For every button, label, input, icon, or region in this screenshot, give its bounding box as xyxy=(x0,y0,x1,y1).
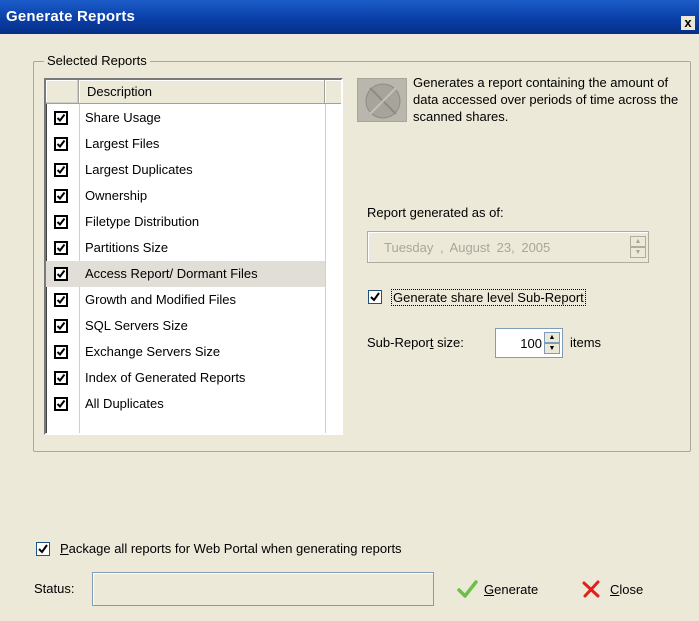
list-item[interactable]: Index of Generated Reports xyxy=(46,365,325,391)
row-checkbox[interactable] xyxy=(54,371,68,385)
check-icon xyxy=(56,269,66,279)
check-icon xyxy=(56,139,66,149)
list-item[interactable]: SQL Servers Size xyxy=(46,313,325,339)
row-checkbox[interactable] xyxy=(54,163,68,177)
subreport-size-value[interactable]: 100 xyxy=(520,336,542,351)
size-spinner[interactable]: ▲ ▼ xyxy=(544,332,560,355)
title-bar: Generate Reports x xyxy=(0,0,699,34)
list-item-label: Filetype Distribution xyxy=(85,214,200,229)
spin-down-icon: ▼ xyxy=(544,343,560,354)
list-item[interactable]: Share Usage xyxy=(46,105,325,131)
report-image-icon xyxy=(357,78,407,122)
row-checkbox[interactable] xyxy=(54,293,68,307)
check-icon xyxy=(56,243,66,253)
check-icon xyxy=(56,191,66,201)
list-item[interactable]: Partitions Size xyxy=(46,235,325,261)
check-icon xyxy=(56,295,66,305)
list-item-label: Ownership xyxy=(85,188,148,203)
row-checkbox[interactable] xyxy=(54,189,68,203)
date-spinner: ▲ ▼ xyxy=(630,236,646,259)
subreport-checkbox-label[interactable]: Generate share level Sub-Report xyxy=(391,289,586,306)
list-item[interactable]: Ownership xyxy=(46,183,325,209)
close-button-label: Close xyxy=(610,582,644,597)
column-header-description[interactable]: Description xyxy=(79,80,325,104)
row-checkbox[interactable] xyxy=(54,267,68,281)
items-label: items xyxy=(570,335,602,350)
check-icon xyxy=(38,544,48,554)
reports-list[interactable]: Description Share Usage Largest Files Larg… xyxy=(44,78,343,435)
column-header-check[interactable] xyxy=(46,80,79,104)
list-item[interactable]: Growth and Modified Files xyxy=(46,287,325,313)
check-icon xyxy=(56,373,66,383)
red-x-icon xyxy=(582,580,600,598)
generate-button-label: Generate xyxy=(484,582,539,597)
list-item-label: Largest Files xyxy=(85,136,160,151)
spin-up-icon: ▲ xyxy=(630,236,646,247)
group-legend: Selected Reports xyxy=(44,53,150,68)
check-icon xyxy=(370,292,380,302)
check-icon xyxy=(56,321,66,331)
list-item-label: Access Report/ Dormant Files xyxy=(85,266,258,281)
check-icon xyxy=(56,399,66,409)
row-checkbox[interactable] xyxy=(54,215,68,229)
report-description: Generates a report containing the amount… xyxy=(413,75,679,124)
subreport-size-label: Sub-Report size: xyxy=(367,335,464,350)
list-item-label: All Duplicates xyxy=(85,396,164,411)
row-checkbox[interactable] xyxy=(54,137,68,151)
row-checkbox[interactable] xyxy=(54,345,68,359)
list-item-label: Share Usage xyxy=(85,110,161,125)
status-label: Status: xyxy=(34,581,75,596)
list-item[interactable]: Filetype Distribution xyxy=(46,209,325,235)
window-title: Generate Reports xyxy=(6,8,136,25)
column-divider xyxy=(325,104,326,433)
list-item-label: Growth and Modified Files xyxy=(85,292,237,307)
package-checkbox[interactable] xyxy=(36,542,50,556)
close-button[interactable]: Close xyxy=(580,574,670,604)
spin-up-icon: ▲ xyxy=(544,332,560,343)
list-item[interactable]: Exchange Servers Size xyxy=(46,339,325,365)
check-icon xyxy=(56,347,66,357)
row-checkbox[interactable] xyxy=(54,319,68,333)
report-date-label: Report generated as of: xyxy=(367,205,504,220)
row-checkbox[interactable] xyxy=(54,397,68,411)
report-date-picker: Tuesday , August 23, 2005 ▲ ▼ xyxy=(367,231,649,263)
package-checkbox-label[interactable]: Package all reports for Web Portal when … xyxy=(60,541,402,556)
generate-button[interactable]: Generate xyxy=(456,574,560,604)
list-item-label: SQL Servers Size xyxy=(85,318,188,333)
check-icon xyxy=(56,113,66,123)
row-checkbox[interactable] xyxy=(54,111,68,125)
list-item[interactable]: All Duplicates xyxy=(46,391,325,417)
subreport-size-input[interactable]: 100 ▲ ▼ xyxy=(495,328,563,358)
list-item[interactable]: Largest Files xyxy=(46,131,325,157)
list-item[interactable]: Access Report/ Dormant Files xyxy=(46,261,325,287)
list-item[interactable]: Largest Duplicates xyxy=(46,157,325,183)
list-item-label: Index of Generated Reports xyxy=(85,370,246,385)
row-checkbox[interactable] xyxy=(54,241,68,255)
report-date-value: Tuesday , August 23, 2005 xyxy=(384,240,551,255)
status-field xyxy=(92,572,434,606)
list-item-label: Exchange Servers Size xyxy=(85,344,221,359)
check-icon xyxy=(56,165,66,175)
list-header: Description xyxy=(46,80,341,104)
list-item-label: Largest Duplicates xyxy=(85,162,193,177)
list-item-label: Partitions Size xyxy=(85,240,169,255)
close-icon[interactable]: x xyxy=(681,16,695,30)
column-header-filler xyxy=(325,80,341,104)
spin-down-icon: ▼ xyxy=(630,247,646,258)
checkmark-icon xyxy=(457,580,478,598)
check-icon xyxy=(56,217,66,227)
subreport-checkbox[interactable] xyxy=(368,290,382,304)
